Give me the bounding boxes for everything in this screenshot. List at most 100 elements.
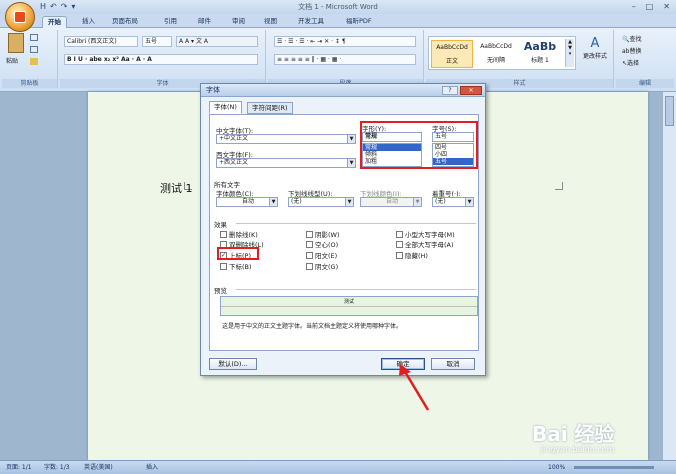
emboss-checkbox[interactable]: 阳文(E) [306, 250, 337, 260]
tab-character-spacing[interactable]: 字符间距(R) [247, 102, 293, 114]
status-language[interactable]: 英语(美国) [84, 461, 113, 474]
checkbox-label: 全部大写字母(A) [405, 241, 454, 249]
chevron-down-icon: ▼ [345, 198, 353, 206]
hidden-checkbox[interactable]: 隐藏(H) [396, 250, 428, 260]
change-styles-label: 更改样式 [582, 53, 607, 60]
quick-access-toolbar: H ↶ ↷ ▾ [40, 2, 75, 11]
all-caps-checkbox[interactable]: 全部大写字母(A) [396, 239, 454, 249]
tab-home[interactable]: 开始 [42, 16, 67, 28]
small-caps-checkbox[interactable]: 小型大写字母(M) [396, 229, 455, 239]
style-heading-1[interactable]: AaBb 标题 1 [519, 40, 561, 68]
align-buttons[interactable]: ≡ ≡ ≡ ≡ ≡ ‖ · ▦ · ▦ · [274, 54, 416, 65]
preview-divider [236, 289, 476, 290]
editing-group-label: 编辑 [616, 79, 674, 88]
style-normal-name: 正文 [445, 58, 458, 65]
font-name-combo[interactable]: Calibri (西文正文) [64, 36, 138, 47]
change-styles-icon: A [590, 36, 600, 51]
tab-insert[interactable]: 插入 [82, 16, 95, 28]
vertical-scrollbar[interactable] [662, 92, 676, 460]
find-label: 查找 [629, 36, 642, 43]
tab-references[interactable]: 引用 [164, 16, 177, 28]
tab-review[interactable]: 审阅 [232, 16, 245, 28]
window-controls: – □ ✕ [632, 2, 670, 11]
font-size-combo[interactable]: 五号 [142, 36, 172, 47]
select-button[interactable]: ↖选择 [622, 58, 639, 67]
preview-text: 测试 [343, 299, 354, 305]
status-page[interactable]: 页面: 1/1 [6, 461, 32, 474]
paste-icon[interactable] [8, 33, 24, 53]
scroll-thumb[interactable] [665, 96, 674, 126]
checkbox-label: 删除线(K) [229, 231, 258, 239]
shadow-checkbox[interactable]: 阴影(W) [306, 229, 340, 239]
document-text[interactable]: 测试 1 [160, 180, 193, 196]
dialog-title-bar: 字体 ? ✕ [201, 84, 485, 97]
style-no-spacing[interactable]: AaBbCcDd 无间隔 [475, 40, 517, 68]
tab-view[interactable]: 视图 [264, 16, 277, 28]
effects-divider [236, 223, 476, 224]
font-buttons-row1[interactable]: A A ▾ 文 A [176, 36, 258, 47]
emphasis-select[interactable]: (无) ▼ [432, 197, 474, 207]
strikethrough-checkbox[interactable]: 删除线(K) [220, 229, 258, 239]
baidu-watermark: Bai 经验 jingyan.baidu.com [532, 418, 615, 454]
dialog-title: 字体 [206, 86, 220, 94]
quick-styles-gallery: AaBbCcDd 正文 AaBbCcDd 无间隔 AaBb 标题 1 ▲ ▼ ▾ [428, 36, 576, 70]
tab-font[interactable]: 字体(N) [209, 101, 242, 114]
style-no-spacing-sample: AaBbCcDd [480, 43, 512, 50]
tab-page-layout[interactable]: 页面布局 [112, 16, 138, 28]
redo-icon[interactable]: ↷ [61, 2, 68, 11]
underline-select[interactable]: (无) ▼ [288, 197, 354, 207]
engrave-checkbox[interactable]: 阴文(G) [306, 261, 338, 271]
save-icon[interactable]: H [40, 2, 46, 11]
margin-mark-right [555, 182, 563, 190]
style-heading-1-name: 标题 1 [531, 57, 549, 64]
zoom-slider[interactable] [574, 466, 654, 469]
copy-icon[interactable] [30, 46, 38, 53]
find-button[interactable]: 🔍查找 [622, 34, 642, 43]
maximize-button[interactable]: □ [646, 2, 654, 11]
checkbox-box [396, 230, 403, 238]
status-insert[interactable]: 插入 [146, 461, 158, 474]
minimize-button[interactable]: – [632, 2, 636, 11]
tab-mailings[interactable]: 邮件 [198, 16, 211, 28]
cn-font-select[interactable]: +中文正文 ▼ [216, 134, 356, 144]
preview-baseline [221, 306, 477, 307]
font-format-buttons[interactable]: B I U · abe x₂ x² Aa · A · A [64, 54, 258, 65]
ribbon-tabs: 开始 插入 页面布局 引用 邮件 审阅 视图 开发工具 福昕PDF [0, 14, 676, 28]
paste-label[interactable]: 粘贴 [6, 56, 18, 65]
west-font-select[interactable]: +西文正文 ▼ [216, 158, 356, 168]
dialog-close-button[interactable]: ✕ [460, 86, 482, 95]
checkbox-label: 阳文(E) [315, 252, 338, 260]
office-button[interactable] [5, 2, 35, 32]
checkbox-label: 空心(O) [315, 241, 339, 249]
paragraph-group: ☰ · ☰ · ☰ · ⇤ ⇥ ✕ · ↕ ¶ ≡ ≡ ≡ ≡ ≡ ‖ · ▦ … [268, 30, 424, 88]
chevron-down-icon: ▼ [465, 198, 473, 206]
format-painter-icon[interactable] [30, 58, 38, 65]
preview-label: 预览 [214, 287, 227, 295]
replace-button[interactable]: ab替换 [622, 46, 642, 55]
underline-value: (无) [291, 198, 302, 205]
list-buttons[interactable]: ☰ · ☰ · ☰ · ⇤ ⇥ ✕ · ↕ ¶ [274, 36, 416, 47]
highlight-style-size [360, 121, 478, 169]
undo-icon[interactable]: ↶ [50, 2, 57, 11]
status-words[interactable]: 字数: 1/3 [44, 461, 70, 474]
style-normal[interactable]: AaBbCcDd 正文 [431, 40, 473, 68]
outline-checkbox[interactable]: 空心(O) [306, 239, 338, 249]
customize-qat-icon[interactable]: ▾ [71, 2, 75, 11]
status-zoom[interactable]: 100% [548, 461, 565, 474]
default-button[interactable]: 默认(D)... [209, 358, 257, 370]
font-color-select[interactable]: 自动 ▼ [216, 197, 278, 207]
tab-developer[interactable]: 开发工具 [298, 16, 324, 28]
font-group: Calibri (西文正文) 五号 A A ▾ 文 A B I U · abe … [60, 30, 266, 88]
close-button[interactable]: ✕ [663, 2, 670, 11]
change-styles-button[interactable]: A 更改样式 [578, 36, 612, 60]
checkbox-box [306, 262, 313, 270]
office-logo-icon [14, 11, 26, 23]
underline-color-select[interactable]: 自动 ▼ [360, 197, 422, 207]
subscript-checkbox[interactable]: 下标(B) [220, 261, 252, 271]
styles-scroll[interactable]: ▲ ▼ ▾ [565, 39, 574, 67]
effects-label: 效果 [214, 221, 227, 229]
checkbox-box [306, 230, 313, 238]
tab-foxit-pdf[interactable]: 福昕PDF [346, 16, 372, 28]
cut-icon[interactable] [30, 34, 38, 41]
help-button[interactable]: ? [442, 86, 458, 95]
